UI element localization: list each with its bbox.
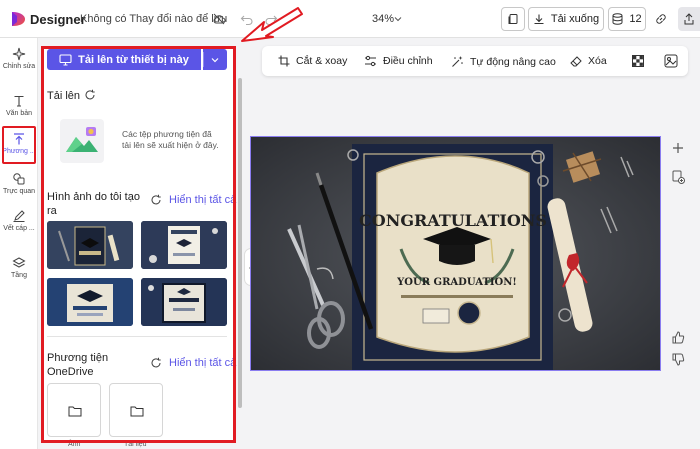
background-image-icon[interactable]	[664, 54, 678, 68]
cloud-off-icon[interactable]	[212, 12, 226, 26]
layers-icon	[12, 257, 26, 268]
download-button[interactable]: Tải xuống	[528, 7, 604, 31]
onedrive-folder-documents[interactable]	[109, 383, 163, 437]
checkerboard-icon[interactable]	[632, 55, 644, 67]
shapes-icon	[13, 173, 25, 185]
upload-dropdown-button[interactable]	[203, 49, 227, 70]
rail-label: Văn bản	[5, 110, 33, 117]
link-icon[interactable]	[654, 12, 668, 26]
certificate-subtitle: YOUR GRADUATION!	[396, 277, 517, 288]
generated-image-thumb[interactable]	[141, 278, 227, 326]
tool-label: Điều chỉnh	[383, 55, 433, 67]
tool-label: Xóa	[588, 55, 607, 67]
duplicate-page-icon[interactable]	[672, 170, 685, 184]
rail-item-layers[interactable]: Tầng	[0, 256, 38, 279]
crop-rotate-tool[interactable]: Cắt & xoay	[278, 55, 347, 67]
share-icon	[684, 13, 694, 25]
eraser-icon	[570, 56, 582, 67]
redo-icon[interactable]	[264, 12, 278, 26]
image-placeholder-icon	[66, 127, 98, 152]
designer-logo-icon	[12, 12, 25, 26]
rail-item-text[interactable]: Văn bản	[0, 94, 38, 117]
thumbs-down-icon[interactable]	[672, 353, 685, 366]
rail-active-highlight	[2, 126, 36, 164]
upload-from-device-button[interactable]: Tải lên từ thiết bị này	[47, 49, 201, 70]
adjust-tool[interactable]: Điều chỉnh	[364, 55, 433, 67]
magic-wand-icon	[452, 56, 463, 67]
folder-label: Tài liệu	[124, 441, 147, 448]
generated-images-title: Hình ảnh do tôi tạo ra	[47, 191, 140, 217]
sliders-icon	[365, 55, 376, 67]
show-all-generated-link[interactable]: Hiển thị tất cả	[169, 194, 236, 206]
zoom-level[interactable]: 34%	[372, 13, 394, 25]
tool-rail: Chỉnh sửa Văn bản Phương ... Trực quan V…	[0, 38, 38, 449]
tool-label: Cắt & xoay	[296, 55, 348, 67]
copy-icon	[508, 14, 518, 24]
refresh-icon[interactable]	[150, 357, 162, 369]
count-badge: 12	[629, 13, 642, 25]
chevron-down-icon	[211, 58, 219, 63]
rail-label: Trực quan	[2, 188, 36, 195]
section-divider	[47, 336, 227, 337]
rail-item-draw[interactable]: Vết cáp ...	[0, 209, 38, 232]
folder-icon	[130, 406, 144, 417]
rail-label: Tầng	[11, 272, 27, 279]
onedrive-media-title: Phương tiện OneDrive	[47, 352, 109, 378]
save-status: Không có Thay đổi nào để lưu	[80, 13, 228, 25]
rail-item-visuals[interactable]: Trực quan	[0, 172, 38, 195]
storage-button[interactable]: 12	[608, 7, 646, 31]
design-canvas[interactable]: CONGRATULATIONS YOUR GRADUATION!	[250, 136, 661, 371]
uploads-description: Các tệp phương tiện đã tải lên sẽ xuất h…	[122, 129, 219, 150]
share-button[interactable]	[678, 7, 700, 31]
rail-label: Chỉnh sửa	[2, 63, 36, 70]
image-toolbar: Cắt & xoay Điều chỉnh Tự động nâng cao X…	[262, 46, 688, 76]
thumbs-up-icon[interactable]	[672, 331, 685, 344]
certificate-title: CONGRATULATIONS	[359, 211, 547, 230]
download-label: Tải xuống	[550, 13, 600, 25]
show-all-onedrive-link[interactable]: Hiển thị tất cả	[169, 357, 236, 369]
download-icon	[534, 14, 544, 25]
folder-icon	[68, 406, 82, 417]
refresh-icon[interactable]	[84, 89, 96, 101]
uploads-title: Tải lên	[47, 90, 81, 102]
rail-label: Vết cáp ...	[3, 225, 35, 232]
generated-image-thumb[interactable]	[47, 278, 133, 326]
graduation-image: CONGRATULATIONS YOUR GRADUATION!	[251, 137, 660, 370]
app-name: Designer	[30, 12, 86, 27]
chevron-down-icon[interactable]	[394, 15, 402, 23]
folder-label: Ảnh	[68, 441, 81, 448]
generated-image-thumb[interactable]	[141, 221, 227, 269]
copy-button[interactable]	[501, 7, 525, 31]
pen-icon	[13, 210, 25, 222]
add-icon[interactable]	[672, 142, 684, 154]
onedrive-folder-photos[interactable]	[47, 383, 101, 437]
sparkle-icon	[12, 47, 26, 61]
refresh-icon[interactable]	[150, 194, 162, 206]
monitor-icon	[59, 53, 72, 66]
top-bar: Designer Không có Thay đổi nào để lưu 34…	[0, 0, 700, 38]
tool-label: Tự động nâng cao	[470, 55, 556, 68]
crop-icon	[278, 55, 290, 67]
erase-tool[interactable]: Xóa	[570, 55, 607, 67]
panel-scrollbar[interactable]	[238, 78, 242, 408]
text-icon	[14, 95, 24, 107]
upload-placeholder-image	[60, 119, 104, 163]
database-icon	[612, 13, 623, 25]
rail-item-edit[interactable]: Chỉnh sửa	[0, 47, 38, 70]
undo-icon[interactable]	[240, 12, 254, 26]
auto-enhance-tool[interactable]: Tự động nâng cao	[451, 55, 556, 68]
generated-image-thumb[interactable]	[47, 221, 133, 269]
upload-button-label: Tải lên từ thiết bị này	[78, 53, 189, 66]
